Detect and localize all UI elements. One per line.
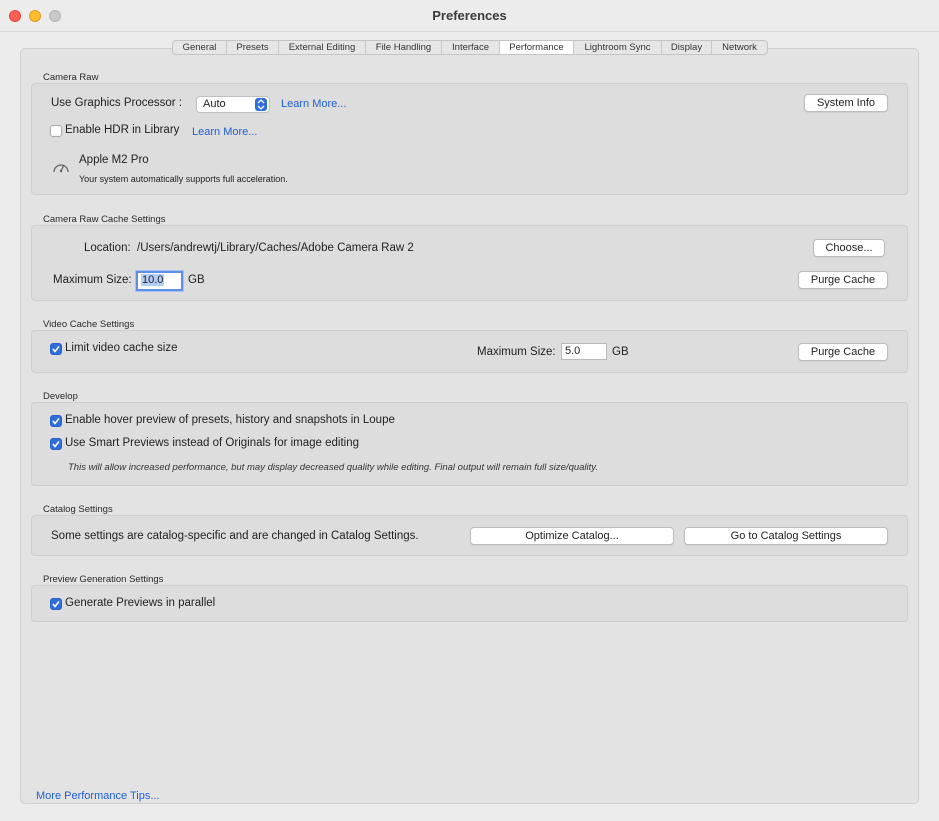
tab-performance[interactable]: Performance bbox=[500, 41, 574, 54]
develop-group: Enable hover preview of presets, history… bbox=[31, 402, 908, 486]
tab-file-handling[interactable]: File Handling bbox=[366, 41, 442, 54]
purge-video-cache-button[interactable]: Purge Cache bbox=[798, 343, 888, 361]
tab-network[interactable]: Network bbox=[712, 41, 767, 54]
hdr-learn-more-link[interactable]: Learn More... bbox=[192, 126, 257, 138]
cache-group: Location: /Users/andrewtj/Library/Caches… bbox=[31, 225, 908, 301]
more-performance-tips-link[interactable]: More Performance Tips... bbox=[36, 790, 160, 802]
location-value: /Users/andrewtj/Library/Caches/Adobe Cam… bbox=[137, 242, 414, 254]
cache-size-unit: GB bbox=[188, 274, 205, 286]
go-to-catalog-settings-button[interactable]: Go to Catalog Settings bbox=[684, 527, 888, 545]
gpu-label: Use Graphics Processor : bbox=[51, 97, 183, 109]
hdr-label: Enable HDR in Library bbox=[65, 124, 180, 136]
hover-preview-label: Enable hover preview of presets, history… bbox=[65, 414, 395, 426]
gpu-name: Apple M2 Pro bbox=[79, 154, 149, 166]
tab-bar: General Presets External Editing File Ha… bbox=[172, 40, 768, 55]
tab-external-editing[interactable]: External Editing bbox=[279, 41, 366, 54]
window-title: Preferences bbox=[432, 8, 507, 23]
choose-button[interactable]: Choose... bbox=[813, 239, 885, 257]
gpu-note: Your system automatically supports full … bbox=[79, 174, 288, 184]
title-bar: Preferences bbox=[0, 0, 939, 32]
develop-heading: Develop bbox=[43, 391, 78, 402]
max-size-label: Maximum Size: bbox=[53, 274, 132, 286]
smart-previews-checkbox[interactable] bbox=[50, 438, 62, 450]
gpu-learn-more-link[interactable]: Learn More... bbox=[281, 98, 346, 110]
limit-video-cache-checkbox[interactable] bbox=[50, 343, 62, 355]
select-arrows-icon bbox=[255, 98, 267, 111]
parallel-previews-checkbox[interactable] bbox=[50, 598, 62, 610]
camera-raw-heading: Camera Raw bbox=[43, 72, 99, 83]
purge-cache-button[interactable]: Purge Cache bbox=[798, 271, 888, 289]
camera-raw-group: Use Graphics Processor : Auto Learn More… bbox=[31, 83, 908, 195]
video-cache-group: Limit video cache size Maximum Size: 5.0… bbox=[31, 330, 908, 373]
video-cache-heading: Video Cache Settings bbox=[43, 319, 135, 330]
tab-general[interactable]: General bbox=[173, 41, 227, 54]
video-cache-size-unit: GB bbox=[612, 346, 629, 358]
parallel-previews-label: Generate Previews in parallel bbox=[65, 597, 216, 609]
preview-generation-group: Generate Previews in parallel bbox=[31, 585, 908, 622]
catalog-group: Some settings are catalog-specific and a… bbox=[31, 515, 908, 556]
gpu-select-value: Auto bbox=[203, 98, 226, 110]
tab-display[interactable]: Display bbox=[662, 41, 712, 54]
location-label: Location: bbox=[84, 242, 131, 254]
gauge-icon bbox=[52, 160, 70, 179]
optimize-catalog-button[interactable]: Optimize Catalog... bbox=[470, 527, 674, 545]
cache-heading: Camera Raw Cache Settings bbox=[43, 214, 166, 225]
tab-interface[interactable]: Interface bbox=[442, 41, 500, 54]
smart-previews-label: Use Smart Previews instead of Originals … bbox=[65, 437, 360, 449]
video-cache-size-input[interactable]: 5.0 bbox=[561, 343, 607, 360]
cache-size-input[interactable]: 10.0 bbox=[136, 271, 183, 291]
hover-preview-checkbox[interactable] bbox=[50, 415, 62, 427]
gpu-select[interactable]: Auto bbox=[196, 96, 270, 113]
cache-size-value: 10.0 bbox=[141, 274, 165, 286]
video-cache-size-value: 5.0 bbox=[565, 345, 581, 357]
catalog-text: Some settings are catalog-specific and a… bbox=[51, 530, 419, 542]
hdr-checkbox[interactable] bbox=[50, 125, 62, 137]
video-max-size-label: Maximum Size: bbox=[477, 346, 556, 358]
limit-video-cache-label: Limit video cache size bbox=[65, 342, 178, 354]
preview-generation-heading: Preview Generation Settings bbox=[43, 574, 164, 585]
catalog-heading: Catalog Settings bbox=[43, 504, 113, 515]
tab-lightroom-sync[interactable]: Lightroom Sync bbox=[574, 41, 662, 54]
tab-presets[interactable]: Presets bbox=[227, 41, 279, 54]
develop-note: This will allow increased performance, b… bbox=[68, 462, 598, 473]
system-info-button[interactable]: System Info bbox=[804, 94, 888, 112]
